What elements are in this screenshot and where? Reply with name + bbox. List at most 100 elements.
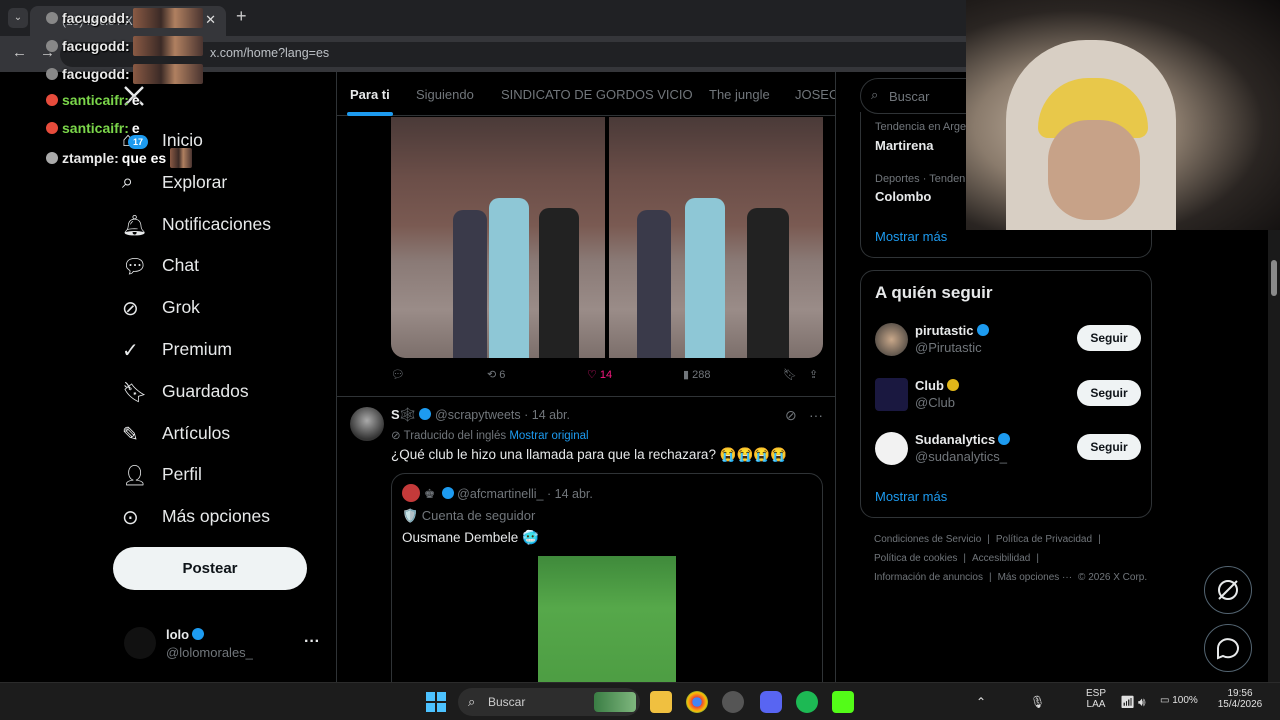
share-icon[interactable]: ⇪ [809,368,818,381]
follow-button[interactable]: Seguir [1077,325,1141,351]
follow-handle: @Club [915,395,955,410]
more-icon[interactable]: ··· [809,407,823,423]
chat-badge-icon [46,12,58,24]
language-indicator[interactable]: ESP LAA [1086,688,1106,710]
tab-siguiendo[interactable]: Siguiendo [416,87,474,102]
trend-name[interactable]: Martirena [875,138,934,153]
tweet-author-name[interactable]: S🕸️ [391,407,431,423]
chat-message: santicaifr: e [46,120,140,140]
grok-fab-button[interactable] [1204,566,1252,614]
follow-suggestion[interactable]: Club @Club Seguir [875,376,1141,416]
file-explorer-icon[interactable] [650,691,672,713]
views-icon: ▮ [683,369,693,381]
more-icon[interactable]: ··· [304,633,320,651]
tab-joseo[interactable]: JOSEO [795,87,835,102]
discord-icon[interactable] [760,691,782,713]
chat-username: santicaifr: [62,120,129,136]
quoted-tweet[interactable]: ♚ @afcmartinelli_ · 14 abr. 🛡️ Cuenta de… [391,473,823,682]
follow-button[interactable]: Seguir [1077,380,1141,406]
search-icon: ⌕ [122,170,134,193]
follow-button[interactable]: Seguir [1077,434,1141,460]
tweet-photo[interactable] [609,117,823,358]
tab-close-icon[interactable]: ✕ [205,12,216,28]
page-scrollbar[interactable] [1268,230,1280,682]
scrollbar-thumb[interactable] [1271,260,1277,296]
retweet-button[interactable]: ⟲ 6 [487,368,505,381]
trend-name[interactable]: Colombo [875,189,931,204]
messages-fab-button[interactable] [1204,624,1252,672]
follow-suggestion[interactable]: pirutastic @Pirutastic Seguir [875,321,1141,361]
footer-separator: | [1036,553,1039,564]
tray-chevron-icon[interactable]: ⌃ [976,695,986,709]
footer-link[interactable]: Más opciones ··· [998,572,1072,583]
footer-link[interactable]: Política de Privacidad [996,534,1092,545]
like-button[interactable]: ♡ 14 [587,368,612,381]
footer-link[interactable]: Información de anuncios [874,572,983,583]
show-original-link[interactable]: Mostrar original [509,430,588,442]
nav-item-label: Artículos [162,422,231,443]
nav-item-premium[interactable]: ✓ Premium [110,330,320,370]
quoted-video[interactable] [538,556,676,682]
windows-taskbar: ⌕ Buscar ⌃ 🎙︎ ESP LAA 📶︎ 🔊︎ ▭ 100% 19:56 1… [0,682,1280,720]
tab-para-ti[interactable]: Para ti [350,87,390,102]
follow-suggestion[interactable]: Sudanalytics @sudanalytics_ Seguir [875,430,1141,470]
grok-icon[interactable]: ⊘ [785,407,797,424]
clock[interactable]: 19:56 15/4/2026 [1216,688,1264,710]
chrome-icon[interactable] [686,691,708,713]
wifi-icon[interactable]: 📶︎ [1120,695,1135,709]
footer-link[interactable]: Accesibilidad [972,553,1030,564]
more-circle-icon: ⊙ [122,507,139,530]
nav-item-guardados[interactable]: 🔖︎ Guardados [110,372,320,412]
tweet-photo[interactable] [391,117,605,358]
chat-badge-icon [46,122,58,134]
nav-item-más-opciones[interactable]: ⊙ Más opciones [110,497,320,537]
tweet[interactable]: S🕸️ @scrapytweets · 14 abr. ⊘ ··· ⊘ Trad… [337,396,835,682]
battery-indicator[interactable]: ▭ 100% [1160,695,1198,706]
footer-link[interactable]: Condiciones de Servicio [874,534,981,545]
windows-start-icon[interactable] [426,692,446,712]
nav-item-perfil[interactable]: 👤︎ Perfil [110,455,320,495]
taskbar-search[interactable]: ⌕ Buscar [458,688,640,716]
search-highlight-image [594,692,636,712]
nav-item-label: Notificaciones [162,213,271,234]
chat-message: facugodd: [46,36,203,56]
grok-icon: ⊘ [122,298,139,321]
person-figure [685,198,725,358]
chat-message: facugodd: [46,64,203,84]
tab-the-jungle[interactable]: The jungle [709,87,770,102]
bookmark-icon[interactable]: 🔖︎ [783,368,797,381]
account-switcher[interactable]: lolo @lolomorales_ ··· [124,625,324,665]
tab-list-button[interactable]: ⌄ [8,8,28,28]
microphone-icon[interactable]: 🎙︎ [1030,695,1045,709]
spotify-icon[interactable] [796,691,818,713]
nav-item-notificaciones[interactable]: 🔔︎ Notificaciones [110,205,320,245]
tweet-photo-grid[interactable] [391,117,823,358]
nav-item-chat[interactable]: 💬︎ Chat [110,246,320,286]
chat-text: e [131,120,140,136]
show-more-trends-link[interactable]: Mostrar más [875,229,947,244]
show-more-follow-link[interactable]: Mostrar más [875,489,947,504]
active-tab-indicator [347,112,393,116]
nav-item-grok[interactable]: ⊘ Grok [110,288,320,328]
footer-link[interactable]: Política de cookies [874,553,957,564]
reply-icon[interactable]: 💬︎ [391,368,405,381]
nav-item-artículos[interactable]: ✎ Artículos [110,414,320,454]
avatar[interactable] [350,407,384,441]
nav-item-label: Explorar [162,171,228,192]
nav-item-explorar[interactable]: ⌕ Explorar [110,163,320,203]
follow-handle: @Pirutastic [915,340,982,355]
tweet-text: ¿Qué club le hizo una llamada para que l… [391,447,787,462]
back-icon[interactable]: ← [12,44,27,61]
volume-icon[interactable]: 🔊︎ [1138,695,1146,710]
post-button[interactable]: Postear [113,547,307,590]
kick-icon[interactable] [832,691,854,713]
articles-icon: ✎ [122,423,139,446]
person-figure [747,208,789,358]
views-button[interactable]: ▮ 288 [683,368,710,381]
verified-badge-icon [976,324,989,336]
new-tab-button[interactable]: + [236,6,247,27]
tab-sindicato[interactable]: SINDICATO DE GORDOS VICIO [501,87,693,102]
chat-icon: 💬︎ [122,256,148,279]
steam-icon[interactable] [722,691,744,713]
footer-link[interactable]: © 2026 X Corp. [1078,572,1147,583]
